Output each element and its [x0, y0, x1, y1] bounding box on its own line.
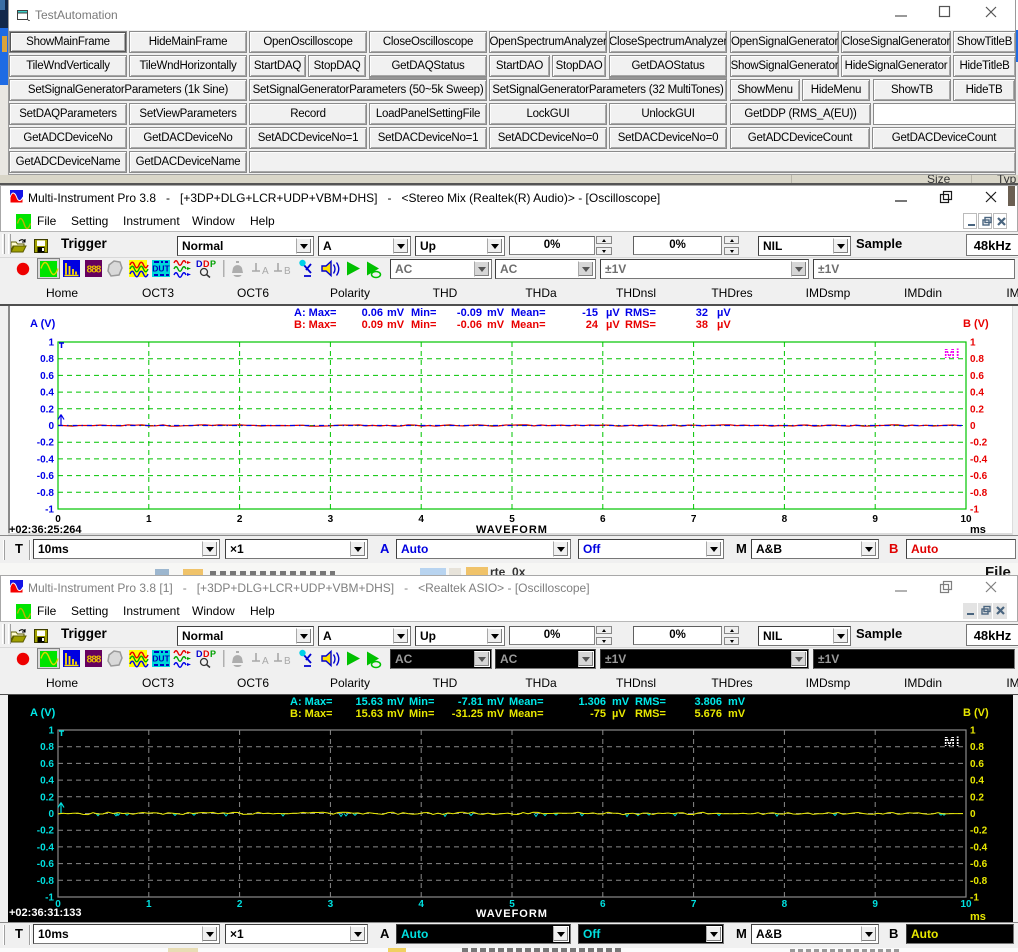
svg-text:6: 6: [600, 514, 606, 525]
svg-text:Mi: Mi: [944, 734, 960, 749]
svg-text:0.2: 0.2: [40, 792, 54, 803]
svg-text:1: 1: [48, 338, 54, 349]
svg-text:P: P: [210, 649, 216, 659]
svg-text:0.2: 0.2: [970, 404, 984, 415]
svg-text:8: 8: [782, 899, 788, 910]
svg-text:+02:36:31:133: +02:36:31:133: [9, 907, 81, 919]
svg-text:A: A: [262, 266, 269, 277]
svg-text:9: 9: [872, 514, 878, 525]
svg-text:Mi: Mi: [944, 346, 960, 361]
svg-text:A: A: [262, 656, 269, 667]
svg-text:P: P: [210, 259, 216, 269]
svg-text:0: 0: [48, 809, 54, 820]
svg-text:888: 888: [87, 655, 102, 666]
svg-text:0: 0: [48, 421, 54, 432]
svg-text:1: 1: [970, 726, 976, 737]
svg-text:8: 8: [782, 514, 788, 525]
svg-text:D: D: [196, 259, 203, 269]
svg-text:0.2: 0.2: [40, 404, 54, 415]
svg-text:9: 9: [872, 899, 878, 910]
svg-text:-0.2: -0.2: [37, 438, 55, 449]
svg-text:1: 1: [970, 338, 976, 349]
svg-text:-0.6: -0.6: [970, 471, 988, 482]
svg-text:D: D: [196, 649, 203, 659]
svg-text:-0.4: -0.4: [970, 454, 988, 465]
svg-text:10: 10: [960, 899, 972, 910]
svg-text:7: 7: [691, 514, 697, 525]
svg-text:0.6: 0.6: [970, 371, 984, 382]
svg-text:WAVEFORM: WAVEFORM: [476, 908, 548, 920]
svg-text:4: 4: [418, 514, 424, 525]
svg-text:D: D: [203, 259, 210, 269]
svg-text:1: 1: [146, 514, 152, 525]
svg-text:0.8: 0.8: [970, 742, 984, 753]
svg-text:6: 6: [600, 899, 606, 910]
svg-text:888: 888: [87, 265, 102, 276]
svg-text:-0.4: -0.4: [970, 842, 988, 853]
svg-text:0.6: 0.6: [970, 759, 984, 770]
svg-text:2: 2: [237, 514, 243, 525]
svg-text:0.8: 0.8: [40, 742, 54, 753]
svg-text:0.4: 0.4: [970, 776, 984, 787]
svg-text:-0.8: -0.8: [970, 876, 988, 887]
svg-text:7: 7: [691, 899, 697, 910]
svg-text:-0.6: -0.6: [37, 471, 55, 482]
svg-text:-0.4: -0.4: [37, 842, 55, 853]
svg-text:-0.2: -0.2: [970, 826, 988, 837]
svg-text:0.2: 0.2: [970, 792, 984, 803]
svg-text:0.8: 0.8: [970, 354, 984, 365]
svg-text:3: 3: [328, 899, 334, 910]
svg-text:-0.8: -0.8: [37, 876, 55, 887]
svg-text:-0.2: -0.2: [970, 438, 988, 449]
svg-text:B: B: [284, 266, 291, 277]
svg-text:-0.4: -0.4: [37, 454, 55, 465]
svg-text:-1: -1: [45, 505, 54, 516]
svg-text:-0.6: -0.6: [970, 859, 988, 870]
svg-text:D: D: [203, 649, 210, 659]
svg-text:-0.6: -0.6: [37, 859, 55, 870]
svg-text:-0.8: -0.8: [37, 488, 55, 499]
svg-text:DUT: DUT: [152, 654, 170, 664]
svg-text:0.4: 0.4: [40, 388, 54, 399]
svg-text:DUT: DUT: [152, 264, 170, 274]
svg-text:0.4: 0.4: [970, 388, 984, 399]
svg-text:0: 0: [970, 421, 976, 432]
svg-text:2: 2: [237, 899, 243, 910]
svg-text:0: 0: [970, 809, 976, 820]
svg-text:0.6: 0.6: [40, 759, 54, 770]
svg-text:0.4: 0.4: [40, 776, 54, 787]
svg-text:B: B: [284, 656, 291, 667]
svg-text:-0.2: -0.2: [37, 826, 55, 837]
svg-text:1: 1: [146, 899, 152, 910]
svg-text:4: 4: [418, 899, 424, 910]
svg-text:1: 1: [48, 726, 54, 737]
svg-text:-1: -1: [45, 893, 54, 904]
svg-text:-0.8: -0.8: [970, 488, 988, 499]
svg-text:0.6: 0.6: [40, 371, 54, 382]
svg-text:0.8: 0.8: [40, 354, 54, 365]
svg-text:3: 3: [328, 514, 334, 525]
